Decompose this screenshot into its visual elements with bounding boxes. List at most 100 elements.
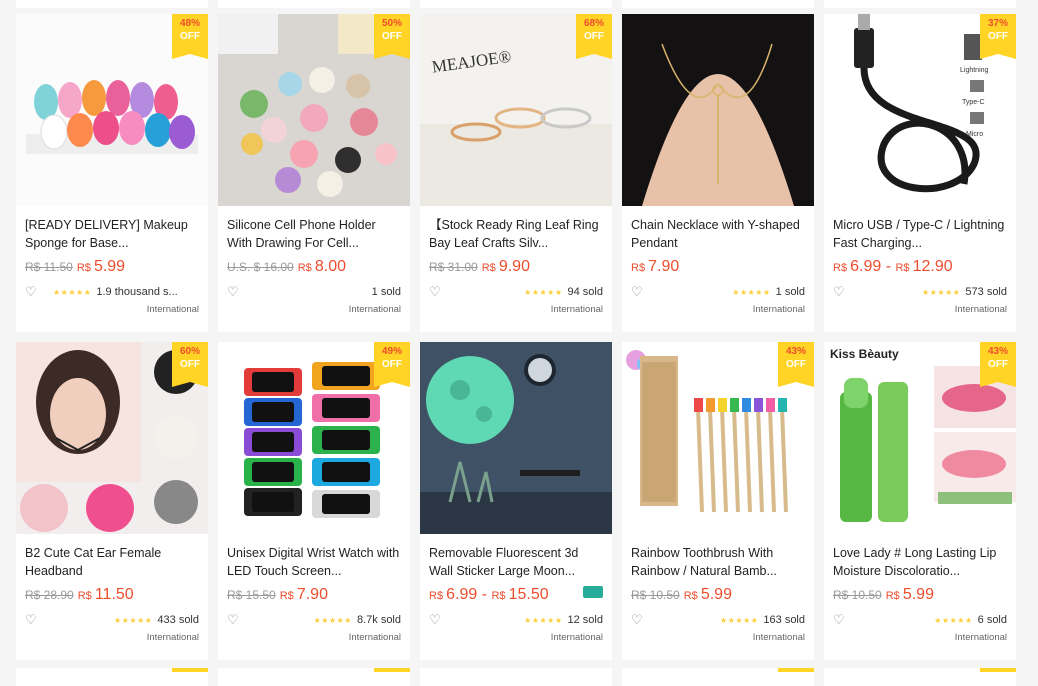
product-image[interactable]: MEAJOE® 68% OFF — [420, 14, 612, 206]
rating-row: ♡ ★★★★★ 163 sold — [631, 612, 805, 628]
product-title[interactable]: Silicone Cell Phone Holder With Drawing … — [227, 216, 401, 252]
price-value: 7.90 — [296, 586, 328, 603]
product-title[interactable]: Unisex Digital Wrist Watch with LED Touc… — [227, 544, 401, 580]
rating-stars: ★★★★★ — [934, 615, 973, 625]
price-row: R$ 7.90 — [631, 258, 805, 278]
price-value: 7.90 — [648, 258, 680, 275]
product-card[interactable]: Removable Fluorescent 3d Wall Sticker La… — [420, 342, 612, 660]
product-title[interactable]: 【Stock Ready Ring Leaf Ring Bay Leaf Cra… — [429, 216, 603, 252]
product-image[interactable]: 43% OFF — [622, 342, 814, 534]
product-title[interactable]: Love Lady # Long Lasting Lip Moisture Di… — [833, 544, 1007, 580]
heart-icon[interactable]: ♡ — [833, 285, 847, 299]
heart-icon[interactable]: ♡ — [631, 285, 645, 299]
price-value: 5.99 — [902, 586, 934, 603]
heart-icon[interactable]: ♡ — [227, 613, 241, 627]
international-label: International — [954, 632, 1007, 643]
sold-count: 12 sold — [567, 614, 603, 626]
international-label: International — [752, 304, 805, 315]
discount-percent: 43% — [785, 346, 806, 357]
current-price: R$ 11.50 — [78, 586, 134, 603]
product-title[interactable]: Chain Necklace with Y-shaped Pendant — [631, 216, 805, 252]
discount-off-label: OFF — [180, 31, 200, 42]
rating-stars: ★★★★★ — [524, 615, 563, 625]
currency-symbol: R$ — [885, 590, 903, 602]
product-card[interactable]: Kiss Bèauty 43% OFF Love Lady # Long Lasti… — [824, 342, 1016, 660]
rating-stars: ★★★★★ — [732, 287, 771, 297]
rating-row: ♡ 1 sold — [227, 284, 401, 300]
heart-icon[interactable]: ♡ — [25, 613, 39, 627]
product-image[interactable]: 48% OFF — [16, 14, 208, 206]
product-card[interactable]: Lightning Type-C Micro 37% OFF Micro USB /… — [824, 14, 1016, 332]
previous-card-edge — [622, 0, 814, 8]
product-title[interactable]: Rainbow Toothbrush With Rainbow / Natura… — [631, 544, 805, 580]
currency-symbol: R$ — [833, 262, 851, 274]
current-price: R$ 5.99 — [77, 258, 125, 275]
current-price: R$ 5.99 — [886, 586, 934, 603]
product-image[interactable]: Lightning Type-C Micro 37% OFF — [824, 14, 1016, 206]
rating-stars: ★★★★★ — [53, 287, 92, 297]
heart-icon[interactable]: ♡ — [631, 613, 645, 627]
currency-symbol: R$ — [429, 590, 447, 602]
product-card[interactable]: 60% OFF B2 Cute Cat Ear Female Headband R$ … — [16, 342, 208, 660]
currency-symbol: R$ — [895, 262, 913, 274]
price-value: 9.90 — [498, 258, 530, 275]
product-title[interactable]: Removable Fluorescent 3d Wall Sticker La… — [429, 544, 603, 580]
heart-icon[interactable]: ♡ — [833, 613, 847, 627]
product-image[interactable] — [622, 14, 814, 206]
discount-percent: 48% — [179, 18, 200, 29]
discount-off-label: OFF — [988, 359, 1008, 370]
price-value: 11.50 — [94, 586, 134, 603]
rating-row: ♡ ★★★★★ 12 sold — [429, 612, 603, 628]
product-image[interactable]: 60% OFF — [16, 342, 208, 534]
international-label: International — [348, 304, 401, 315]
current-price: R$ 7.90 — [631, 258, 679, 275]
current-price: R$ 6.99 - R$ 15.50 — [429, 586, 549, 603]
previous-row-strip — [16, 0, 1016, 10]
product-card[interactable]: MEAJOE® 68% OFF 【Stock Ready Ring Leaf Rin… — [420, 14, 612, 332]
product-image[interactable]: Kiss Bèauty 43% OFF — [824, 342, 1016, 534]
rating-row: ♡ ★★★★★ 573 sold — [833, 284, 1007, 300]
price-value: 5.99 — [700, 586, 732, 603]
product-title[interactable]: [READY DELIVERY] Makeup Sponge for Base.… — [25, 216, 199, 252]
international-label: International — [146, 304, 199, 315]
price-row: R$ 31.00 R$ 9.90 — [429, 258, 603, 278]
price-row: R$ 10.50 R$ 5.99 — [631, 586, 805, 606]
rating-row: ♡ ★★★★★ 1.9 thousand s... — [25, 284, 199, 300]
price-value: 5.99 — [93, 258, 126, 275]
rating-row: ♡ ★★★★★ 94 sold — [429, 284, 603, 300]
product-title[interactable]: Micro USB / Type-C / Lightning Fast Char… — [833, 216, 1007, 252]
price-row: R$ 15.50 R$ 7.90 — [227, 586, 401, 606]
product-image[interactable]: 49% OFF — [218, 342, 410, 534]
discount-off-label: OFF — [786, 359, 806, 370]
next-card-edge — [622, 668, 814, 686]
discount-badge: 68% OFF — [576, 14, 612, 59]
product-card[interactable]: 43% OFF Rainbow Toothbrush With Rainbow / … — [622, 342, 814, 660]
current-price: R$ 5.99 — [684, 586, 732, 603]
product-card[interactable]: 48% OFF [READY DELIVERY] Makeup Sponge for… — [16, 14, 208, 332]
next-card-edge — [420, 668, 612, 686]
next-card-edge — [218, 668, 410, 686]
sold-count: 433 sold — [157, 614, 199, 626]
heart-icon[interactable]: ♡ — [227, 285, 241, 299]
original-price: U.S. $ 16.00 — [227, 260, 294, 274]
product-card[interactable]: 50% OFF Silicone Cell Phone Holder With Dr… — [218, 14, 410, 332]
discount-off-label: OFF — [988, 31, 1008, 42]
type-c-label: Type-C — [962, 99, 985, 106]
sold-count: 1 sold — [775, 286, 805, 298]
product-card[interactable]: 49% OFF Unisex Digital Wrist Watch with LE… — [218, 342, 410, 660]
previous-card-edge — [420, 0, 612, 8]
product-card[interactable]: Chain Necklace with Y-shaped Pendant R$ 7… — [622, 14, 814, 332]
sold-count: 163 sold — [763, 614, 805, 626]
heart-icon[interactable]: ♡ — [429, 613, 443, 627]
original-price: R$ 28.90 — [25, 588, 74, 602]
current-price: R$ 6.99 - R$ 12.90 — [833, 258, 953, 275]
product-image[interactable] — [420, 342, 612, 534]
international-label: International — [752, 632, 805, 643]
price-max-value: 15.50 — [508, 586, 549, 603]
heart-icon[interactable]: ♡ — [429, 285, 443, 299]
product-title[interactable]: B2 Cute Cat Ear Female Headband — [25, 544, 199, 580]
rating-row: ♡ ★★★★★ 8.7k sold — [227, 612, 401, 628]
product-image[interactable]: 50% OFF — [218, 14, 410, 206]
heart-icon[interactable]: ♡ — [25, 285, 39, 299]
current-price: R$ 9.90 — [482, 258, 530, 275]
